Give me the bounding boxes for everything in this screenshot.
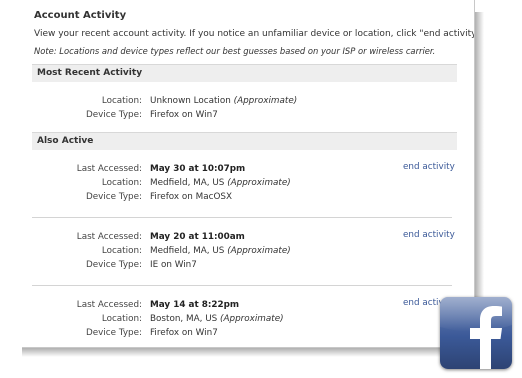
page-title: Account Activity: [34, 10, 127, 21]
end-activity-link[interactable]: end activity: [403, 162, 455, 172]
entry-device-row: Device Type: IE on Win7: [22, 258, 452, 272]
entry-last-accessed-row: Last Accessed: May 14 at 8:22pm: [22, 298, 452, 312]
approximate-tag: (Approximate): [227, 178, 291, 188]
entry-divider: [32, 217, 452, 218]
device-type-value: Firefox on Win7: [150, 328, 218, 338]
approximate-tag: (Approximate): [227, 246, 291, 256]
most-recent-location-row: Location: Unknown Location (Approximate): [22, 94, 452, 108]
entry-last-accessed-row: Last Accessed: May 30 at 10:07pm: [22, 162, 452, 176]
entry-location-row: Location: Medfield, MA, US (Approximate): [22, 176, 452, 190]
entry-divider: [32, 285, 452, 286]
device-type-label: Device Type:: [85, 192, 142, 202]
note-text: Note: Locations and device types reflect…: [34, 46, 436, 56]
location-value: Boston, MA, US (Approximate): [150, 314, 284, 324]
device-type-value: Firefox on MacOSX: [150, 192, 233, 202]
device-type-value: Firefox on Win7: [150, 110, 218, 120]
device-type-label: Device Type:: [85, 110, 142, 120]
last-accessed-value: May 30 at 10:07pm: [150, 164, 246, 174]
approximate-tag: (Approximate): [220, 314, 284, 324]
facebook-logo-icon: [440, 297, 512, 369]
most-recent-device-row: Device Type: Firefox on Win7: [22, 108, 452, 122]
last-accessed-label: Last Accessed:: [76, 164, 142, 174]
entry-location-row: Location: Medfield, MA, US (Approximate): [22, 244, 452, 258]
last-accessed-label: Last Accessed:: [76, 300, 142, 310]
device-type-label: Device Type:: [85, 328, 142, 338]
location-value: Medfield, MA, US (Approximate): [150, 246, 291, 256]
end-activity-link[interactable]: end activity: [403, 230, 455, 240]
entry-device-row: Device Type: Firefox on Win7: [22, 326, 452, 340]
location-value: Medfield, MA, US (Approximate): [150, 178, 291, 188]
entry-last-accessed-row: Last Accessed: May 20 at 11:00am: [22, 230, 452, 244]
also-active-heading: Also Active: [32, 132, 457, 150]
device-type-label: Device Type:: [85, 260, 142, 270]
card-shadow-bottom: [22, 347, 477, 357]
entry-device-row: Device Type: Firefox on MacOSX: [22, 190, 452, 204]
location-label: Location:: [101, 246, 142, 256]
location-value: Unknown Location (Approximate): [150, 96, 298, 106]
location-label: Location:: [101, 314, 142, 324]
approximate-tag: (Approximate): [233, 96, 298, 106]
last-accessed-value: May 14 at 8:22pm: [150, 300, 240, 310]
most-recent-heading: Most Recent Activity: [32, 64, 457, 82]
last-accessed-label: Last Accessed:: [76, 232, 142, 242]
location-label: Location:: [101, 96, 142, 106]
account-activity-panel: Account Activity View your recent accoun…: [22, 0, 475, 348]
intro-text: View your recent account activity. If yo…: [34, 29, 475, 39]
device-type-value: IE on Win7: [150, 260, 197, 270]
entry-location-row: Location: Boston, MA, US (Approximate): [22, 312, 452, 326]
location-label: Location:: [101, 178, 142, 188]
facebook-f-glyph: [440, 297, 512, 369]
last-accessed-value: May 20 at 11:00am: [150, 232, 245, 242]
